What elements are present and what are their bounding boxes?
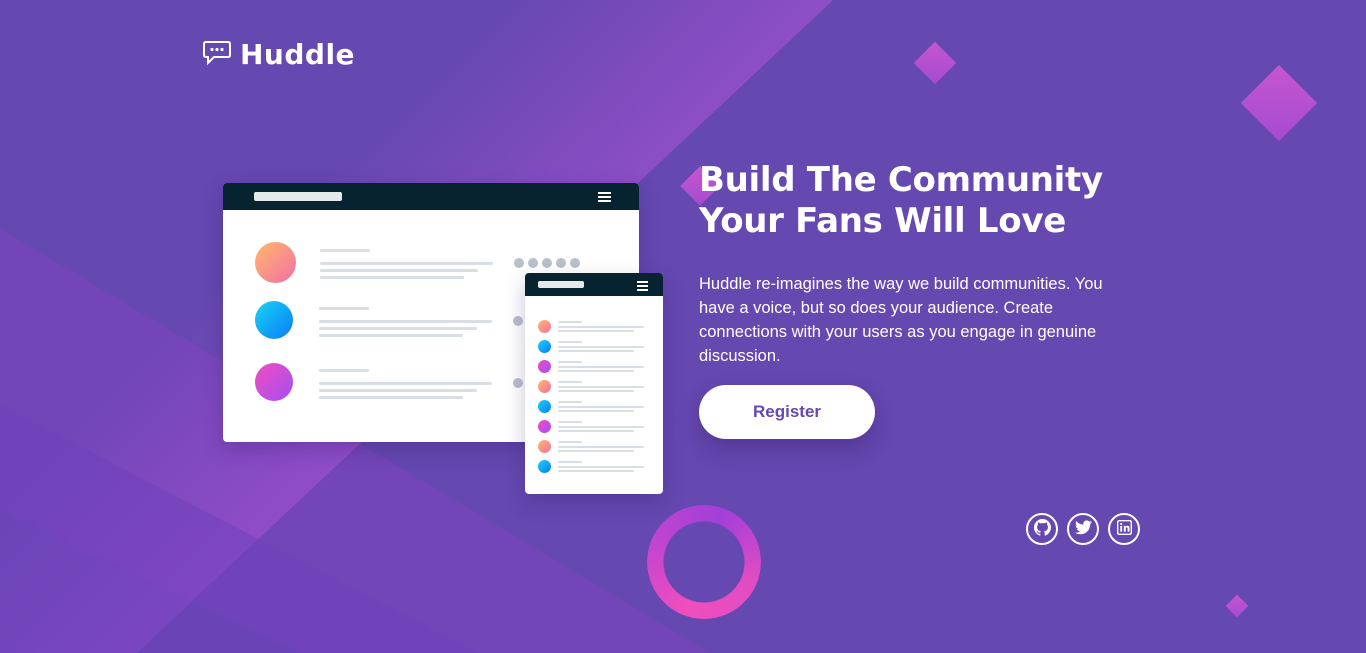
mockup-dot <box>513 316 523 326</box>
mockup-titlebar <box>223 183 639 210</box>
mockup-line <box>558 401 582 403</box>
mockup-line <box>320 249 370 252</box>
mockup-line <box>558 441 582 443</box>
mockup-avatar <box>538 380 551 393</box>
hamburger-icon <box>598 192 611 204</box>
mockup-titlebar <box>525 273 663 296</box>
mockup-dot <box>514 258 524 268</box>
chat-bubble-icon <box>202 40 232 70</box>
mockup-avatar <box>538 320 551 333</box>
linkedin-icon <box>1116 519 1132 539</box>
github-link[interactable] <box>1026 513 1058 545</box>
mockup-title-placeholder <box>538 281 584 288</box>
mockup-line <box>558 461 582 463</box>
mockup-avatar <box>255 301 293 339</box>
twitter-link[interactable] <box>1067 513 1099 545</box>
mockup-line <box>320 276 464 279</box>
mockup-line <box>319 334 463 337</box>
mockup-line <box>558 326 644 328</box>
mockup-line <box>558 381 582 383</box>
decor-ring <box>647 505 761 619</box>
mockup-mobile-window <box>525 273 663 494</box>
register-button[interactable]: Register <box>699 385 875 439</box>
mockup-avatar <box>538 340 551 353</box>
mockup-avatar <box>255 242 296 283</box>
mockup-dot <box>556 258 566 268</box>
mockup-line <box>558 366 644 368</box>
brand-name: Huddle <box>240 38 356 71</box>
mockup-dot <box>570 258 580 268</box>
mockup-line <box>319 320 492 323</box>
mockup-avatar <box>538 440 551 453</box>
mockup-line <box>558 386 644 388</box>
mockup-line <box>558 430 634 432</box>
mockup-line <box>319 396 463 399</box>
mockup-avatar <box>538 400 551 413</box>
mockup-avatar <box>538 460 551 473</box>
mockup-line <box>558 406 644 408</box>
github-icon <box>1033 518 1051 540</box>
mockup-avatar <box>538 420 551 433</box>
decor-diamond <box>913 41 957 85</box>
mockup-line <box>558 426 644 428</box>
mockup-line <box>319 382 492 385</box>
mockup-line <box>558 410 634 412</box>
mockup-avatar <box>538 360 551 373</box>
mockup-line <box>558 450 634 452</box>
mockup-line <box>558 466 644 468</box>
mockup-line <box>558 341 582 343</box>
mockup-line <box>558 470 634 472</box>
decor-diamond <box>1240 64 1318 142</box>
mockup-line <box>558 446 644 448</box>
mockup-line <box>319 369 369 372</box>
brand-logo[interactable]: Huddle <box>202 38 355 71</box>
mockup-line <box>558 321 582 323</box>
hero-description: Huddle re-imagines the way we build comm… <box>699 275 1103 365</box>
mockup-line <box>558 350 634 352</box>
mockup-line <box>558 330 634 332</box>
mockup-line <box>319 327 477 330</box>
mockup-line <box>320 262 493 265</box>
mockup-line <box>558 370 634 372</box>
mockup-dot <box>542 258 552 268</box>
mockup-title-placeholder <box>254 192 342 201</box>
hero-title-line: Build The Community <box>699 160 1103 200</box>
decor-diamond <box>1225 594 1249 618</box>
hero-title: Build The Community Your Fans Will Love <box>699 160 1159 242</box>
mockup-line <box>558 390 634 392</box>
hamburger-icon <box>637 281 648 293</box>
mockup-line <box>558 421 582 423</box>
mockup-dot <box>528 258 538 268</box>
hero-title-line: Your Fans Will Love <box>699 201 1066 241</box>
mockup-dot <box>513 378 523 388</box>
twitter-icon <box>1074 519 1092 539</box>
mockup-line <box>320 269 478 272</box>
mockup-line <box>319 389 477 392</box>
linkedin-link[interactable] <box>1108 513 1140 545</box>
mockup-line <box>558 361 582 363</box>
mockup-line <box>558 346 644 348</box>
mockup-avatar <box>255 363 293 401</box>
mockup-line <box>319 307 369 310</box>
social-links <box>1026 513 1140 545</box>
